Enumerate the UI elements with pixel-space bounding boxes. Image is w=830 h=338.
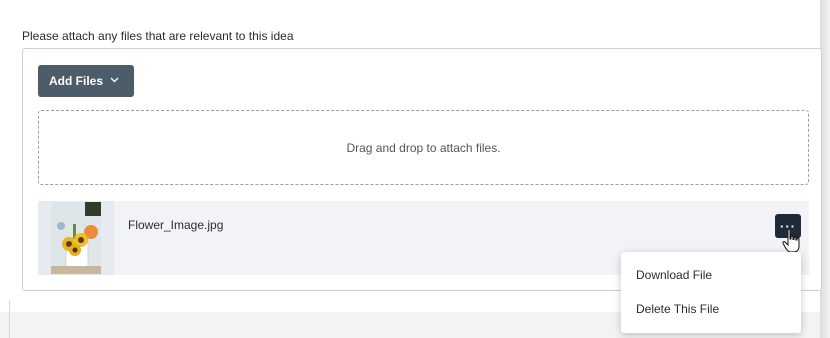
download-file-menu-item[interactable]: Download File — [636, 268, 712, 282]
add-files-button[interactable]: Add Files — [38, 65, 134, 97]
dropzone-text: Drag and drop to attach files. — [346, 140, 501, 155]
delete-file-menu-item[interactable]: Delete This File — [636, 302, 719, 316]
file-actions-menu: Download File Delete This File — [621, 252, 801, 333]
file-dropzone[interactable]: Drag and drop to attach files. — [38, 110, 809, 185]
chevron-down-icon — [110, 75, 119, 86]
flower-image-thumbnail[interactable] — [38, 201, 114, 275]
attachments-prompt: Please attach any files that are relevan… — [22, 29, 294, 43]
divider — [9, 300, 10, 338]
add-files-label: Add Files — [49, 74, 104, 88]
file-name[interactable]: Flower_Image.jpg — [128, 218, 223, 232]
